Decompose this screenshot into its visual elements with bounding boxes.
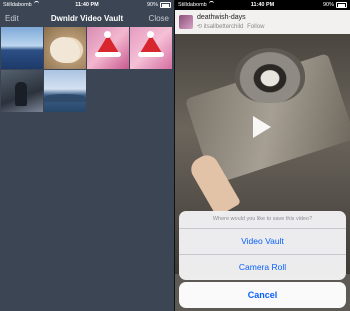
santa-hat-rim bbox=[138, 52, 164, 57]
thumb-santa-hat-2[interactable] bbox=[130, 27, 172, 69]
battery-icon bbox=[336, 2, 347, 8]
raccoon-image bbox=[235, 48, 305, 103]
battery-percent: 90% bbox=[322, 2, 334, 8]
save-action-sheet: Where would you like to save this video?… bbox=[179, 211, 346, 280]
tumblr-post-screen: Stilldabomb 11:40 PM 90% deathwish-days … bbox=[175, 0, 350, 311]
post-header: deathwish-days ⟲ itsallbetterchild Follo… bbox=[175, 10, 350, 34]
cancel-button[interactable]: Cancel bbox=[179, 282, 346, 308]
battery-icon bbox=[160, 2, 171, 8]
person-silhouette bbox=[15, 82, 27, 106]
save-to-camera-roll-button[interactable]: Camera Roll bbox=[179, 255, 346, 280]
thumb-santa-hat[interactable] bbox=[87, 27, 129, 69]
play-icon[interactable] bbox=[253, 116, 271, 138]
battery-indicator: 90% bbox=[323, 0, 347, 10]
nav-bar: Edit Dwnldr Video Vault Close bbox=[0, 11, 174, 27]
post-username[interactable]: deathwish-days bbox=[197, 14, 246, 21]
santa-hat-rim bbox=[95, 52, 121, 57]
action-sheet-title: Where would you like to save this video? bbox=[179, 211, 346, 229]
thumb-mountain-lake-2[interactable] bbox=[44, 70, 86, 112]
dog-shape bbox=[50, 37, 80, 63]
thumb-person-landscape[interactable] bbox=[1, 70, 43, 112]
video-vault-screen: Stilldabomb 11:40 PM 90% Edit Dwnldr Vid… bbox=[0, 0, 174, 311]
status-bar: Stilldabomb 11:40 PM 90% bbox=[0, 0, 174, 10]
reblog-icon: ⟲ bbox=[197, 24, 203, 30]
thumb-dog[interactable] bbox=[44, 27, 86, 69]
battery-indicator: 90% bbox=[147, 0, 171, 10]
close-button[interactable]: Close bbox=[149, 14, 169, 23]
post-subline: ⟲ itsallbetterchild Follow bbox=[197, 23, 264, 30]
reblog-source[interactable]: itsallbetterchild bbox=[204, 24, 244, 30]
video-grid bbox=[1, 27, 172, 112]
battery-percent: 90% bbox=[146, 2, 158, 8]
avatar[interactable] bbox=[179, 15, 193, 29]
santa-hat-ball bbox=[147, 31, 154, 38]
santa-hat-ball bbox=[104, 31, 111, 38]
status-bar: Stilldabomb 11:40 PM 90% bbox=[175, 0, 350, 10]
thumb-mountain-lake[interactable] bbox=[1, 27, 43, 69]
follow-button[interactable]: Follow bbox=[247, 24, 264, 30]
save-to-video-vault-button[interactable]: Video Vault bbox=[179, 229, 346, 255]
hill-shape bbox=[44, 94, 86, 102]
